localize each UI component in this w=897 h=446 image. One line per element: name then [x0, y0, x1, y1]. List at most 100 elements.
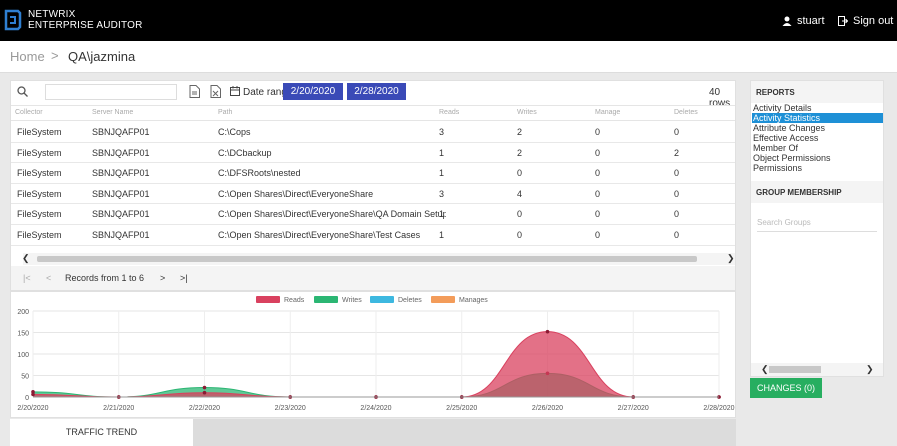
breadcrumb-home-link[interactable]: Home [10, 49, 45, 64]
cell-collector: FileSystem [17, 168, 62, 179]
cell-reads: 3 [439, 188, 445, 199]
column-header-reads[interactable]: Reads [439, 109, 459, 116]
tab-traffic-trend[interactable]: TRAFFIC TREND [10, 419, 193, 446]
table-row[interactable]: FileSystem SBNJQAFP01 C:\DCbackup 1 2 0 … [11, 143, 735, 164]
column-header-server-name[interactable]: Server Name [92, 109, 133, 116]
cell-server-name: SBNJQAFP01 [92, 147, 150, 158]
x-tick-label: 2/22/2020 [189, 405, 220, 412]
cell-path: C:\DFSRoots\nested [218, 168, 301, 179]
column-header-collector[interactable]: Collector [15, 109, 43, 116]
cell-manage: 0 [595, 230, 601, 240]
start-date-button[interactable]: 2/20/2020 [283, 83, 343, 100]
legend-label-reads: Reads [284, 297, 305, 304]
legend-label-deletes: Deletes [398, 297, 422, 304]
data-point-writes [202, 385, 207, 390]
sidebar-scroll-left-icon[interactable]: ❮ [761, 364, 769, 375]
legend-swatch-reads [256, 296, 280, 303]
cell-collector: FileSystem [17, 230, 62, 240]
search-icon [17, 86, 28, 97]
column-header-writes[interactable]: Writes [517, 109, 537, 116]
cell-path: C:\DCbackup [218, 147, 272, 158]
cell-collector: FileSystem [17, 209, 62, 220]
changes-button[interactable]: CHANGES (0) [750, 378, 822, 398]
x-tick-label: 2/26/2020 [532, 405, 563, 412]
table-row[interactable]: FileSystem SBNJQAFP01 C:\Open Shares\Dir… [11, 184, 735, 205]
cell-reads: 1 [439, 209, 445, 220]
grid-header: Collector Server Name Path Reads Writes … [11, 105, 735, 121]
traffic-trend-chart: 200 150 100 50 0 2/20/2020 2/21/2020 2/22/2020 2… [17, 296, 735, 412]
next-page-button[interactable]: > [160, 273, 165, 283]
user-icon [782, 16, 792, 26]
brand-name: NETWRIX ENTERPRISE AUDITOR [28, 9, 143, 31]
scrollbar-thumb[interactable] [37, 256, 697, 262]
column-header-path[interactable]: Path [218, 109, 232, 116]
cell-reads: 3 [439, 127, 445, 137]
chart-tabs: TRAFFIC TREND [10, 419, 736, 446]
export-pdf-icon[interactable] [189, 85, 200, 98]
column-header-manage[interactable]: Manage [595, 109, 620, 116]
breadcrumb-separator: > [51, 48, 59, 63]
report-activity-details[interactable]: Activity Details [752, 103, 883, 113]
group-search-input[interactable]: Search Groups [757, 214, 877, 232]
sign-out-label: Sign out [853, 15, 894, 27]
x-tick-label: 2/23/2020 [275, 405, 306, 412]
sidebar-horizontal-scrollbar[interactable]: ❮ ❯ [751, 363, 883, 376]
cell-path: C:\Open Shares\Direct\EveryoneShare [218, 188, 374, 199]
first-page-button[interactable]: |< [23, 273, 31, 283]
breadcrumb-current: QA\jazmina [68, 49, 136, 64]
report-permissions[interactable]: Permissions [752, 163, 883, 173]
grid-toolbar: Date range: 2/20/2020 2/28/2020 40 rows [11, 81, 735, 109]
cell-writes: 0 [517, 209, 523, 220]
user-menu[interactable]: stuart [782, 15, 825, 27]
legend-swatch-deletes [370, 296, 394, 303]
reports-title: REPORTS [751, 81, 883, 103]
column-header-deletes[interactable]: Deletes [674, 109, 698, 116]
cell-server-name: SBNJQAFP01 [92, 127, 150, 137]
scroll-left-icon[interactable]: ❮ [22, 253, 30, 264]
top-bar: NETWRIX ENTERPRISE AUDITOR stuart Sign o… [0, 0, 897, 41]
grid-horizontal-scrollbar[interactable]: ❮ ❯ [22, 253, 735, 265]
legend-label-manages: Manages [459, 297, 488, 304]
cell-path: C:\Open Shares\Direct\EveryoneShare\Test… [218, 230, 421, 240]
sign-out-button[interactable]: Sign out [838, 15, 893, 27]
cell-deletes: 0 [674, 188, 680, 199]
prev-page-button[interactable]: < [46, 273, 51, 283]
cell-collector: FileSystem [17, 188, 62, 199]
end-date-button[interactable]: 2/28/2020 [347, 83, 406, 100]
cell-collector: FileSystem [17, 147, 62, 158]
cell-manage: 0 [595, 209, 601, 220]
report-object-permissions[interactable]: Object Permissions [752, 153, 883, 163]
cell-path: C:\Open Shares\Direct\EveryoneShare\QA D… [218, 209, 446, 220]
legend-swatch-manages [431, 296, 455, 303]
cell-deletes: 0 [674, 127, 680, 137]
cell-server-name: SBNJQAFP01 [92, 188, 150, 199]
cell-deletes: 0 [674, 209, 680, 220]
cell-deletes: 2 [674, 147, 680, 158]
report-member-of[interactable]: Member Of [752, 143, 883, 153]
table-row[interactable]: FileSystem SBNJQAFP01 C:\DFSRoots\nested… [11, 163, 735, 184]
cell-writes: 0 [517, 168, 523, 179]
y-tick-label: 50 [21, 374, 29, 381]
cell-writes: 2 [517, 127, 523, 137]
sidebar-scrollbar-thumb[interactable] [769, 366, 821, 373]
cell-deletes: 0 [674, 230, 680, 240]
export-excel-icon[interactable] [210, 85, 221, 98]
activity-grid-panel: Date range: 2/20/2020 2/28/2020 40 rows … [10, 80, 736, 291]
cell-reads: 1 [439, 230, 445, 240]
last-page-button[interactable]: >| [180, 273, 188, 283]
report-activity-statistics[interactable]: Activity Statistics [752, 113, 883, 123]
cell-collector: FileSystem [17, 127, 62, 137]
legend-swatch-writes [314, 296, 338, 303]
table-row[interactable]: FileSystem SBNJQAFP01 C:\Cops 3 2 0 0 [11, 122, 735, 143]
sidebar-scroll-right-icon[interactable]: ❯ [866, 364, 874, 375]
table-row[interactable]: FileSystem SBNJQAFP01 C:\Open Shares\Dir… [11, 204, 735, 225]
search-input[interactable] [45, 84, 177, 100]
table-row[interactable]: FileSystem SBNJQAFP01 C:\Open Shares\Dir… [11, 225, 735, 246]
y-tick-label: 100 [17, 352, 29, 359]
report-attribute-changes[interactable]: Attribute Changes [752, 123, 883, 133]
report-effective-access[interactable]: Effective Access [752, 133, 883, 143]
traffic-trend-chart-panel: 200 150 100 50 0 2/20/2020 2/21/2020 2/22/2020 2… [10, 291, 736, 418]
x-tick-label: 2/20/2020 [17, 405, 48, 412]
y-tick-label: 200 [17, 309, 29, 316]
scroll-right-icon[interactable]: ❯ [727, 253, 735, 264]
